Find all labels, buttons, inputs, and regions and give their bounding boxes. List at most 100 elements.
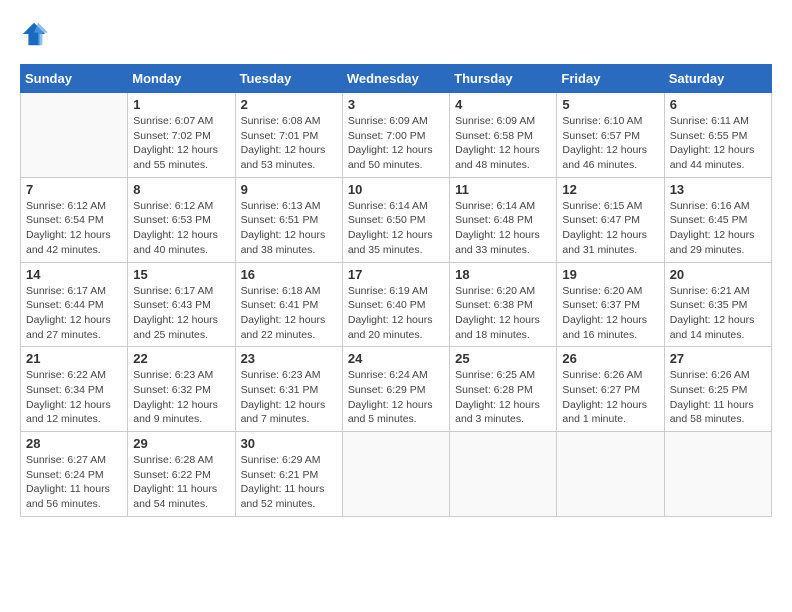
calendar-cell: 24 Sunrise: 6:24 AMSunset: 6:29 PMDayligh… (342, 347, 449, 432)
calendar-week-row: 14 Sunrise: 6:17 AMSunset: 6:44 PMDayligh… (21, 262, 772, 347)
day-info: Sunrise: 6:25 AMSunset: 6:28 PMDaylight:… (455, 368, 551, 427)
day-number: 18 (455, 267, 551, 282)
calendar-cell (342, 432, 449, 517)
day-info: Sunrise: 6:20 AMSunset: 6:37 PMDaylight:… (562, 284, 658, 343)
day-info: Sunrise: 6:28 AMSunset: 6:22 PMDaylight:… (133, 453, 229, 512)
calendar-day-header: Sunday (21, 65, 128, 93)
day-info: Sunrise: 6:20 AMSunset: 6:38 PMDaylight:… (455, 284, 551, 343)
calendar-cell (21, 93, 128, 178)
calendar-cell: 5Sunrise: 6:10 AMSunset: 6:57 PMDaylight… (557, 93, 664, 178)
day-number: 8 (133, 182, 229, 197)
day-info: Sunrise: 6:26 AMSunset: 6:27 PMDaylight:… (562, 368, 658, 427)
calendar-cell: 16 Sunrise: 6:18 AMSunset: 6:41 PMDayligh… (235, 262, 342, 347)
calendar-cell: 18 Sunrise: 6:20 AMSunset: 6:38 PMDayligh… (450, 262, 557, 347)
day-number: 29 (133, 436, 229, 451)
page-header (20, 20, 772, 48)
day-number: 14 (26, 267, 122, 282)
calendar-week-row: 28 Sunrise: 6:27 AMSunset: 6:24 PMDayligh… (21, 432, 772, 517)
day-info: Sunrise: 6:27 AMSunset: 6:24 PMDaylight:… (26, 453, 122, 512)
day-info: Sunrise: 6:18 AMSunset: 6:41 PMDaylight:… (241, 284, 337, 343)
day-number: 21 (26, 351, 122, 366)
day-info: Sunrise: 6:07 AMSunset: 7:02 PMDaylight:… (133, 114, 229, 173)
calendar-cell: 8 Sunrise: 6:12 AMSunset: 6:53 PMDaylight… (128, 177, 235, 262)
calendar-week-row: 7Sunrise: 6:12 AMSunset: 6:54 PMDaylight… (21, 177, 772, 262)
day-info: Sunrise: 6:24 AMSunset: 6:29 PMDaylight:… (348, 368, 444, 427)
day-number: 20 (670, 267, 766, 282)
day-number: 28 (26, 436, 122, 451)
day-number: 4 (455, 97, 551, 112)
calendar-cell: 30 Sunrise: 6:29 AMSunset: 6:21 PMDayligh… (235, 432, 342, 517)
day-info: Sunrise: 6:14 AMSunset: 6:50 PMDaylight:… (348, 199, 444, 258)
day-number: 7 (26, 182, 122, 197)
calendar-day-header: Monday (128, 65, 235, 93)
day-number: 19 (562, 267, 658, 282)
day-info: Sunrise: 6:23 AMSunset: 6:32 PMDaylight:… (133, 368, 229, 427)
calendar-cell: 12 Sunrise: 6:15 AMSunset: 6:47 PMDayligh… (557, 177, 664, 262)
day-number: 26 (562, 351, 658, 366)
day-info: Sunrise: 6:19 AMSunset: 6:40 PMDaylight:… (348, 284, 444, 343)
day-number: 12 (562, 182, 658, 197)
day-number: 9 (241, 182, 337, 197)
day-number: 11 (455, 182, 551, 197)
calendar-cell: 22 Sunrise: 6:23 AMSunset: 6:32 PMDayligh… (128, 347, 235, 432)
day-number: 27 (670, 351, 766, 366)
calendar-day-header: Tuesday (235, 65, 342, 93)
logo (20, 20, 52, 48)
day-info: Sunrise: 6:16 AMSunset: 6:45 PMDaylight:… (670, 199, 766, 258)
calendar-cell: 15 Sunrise: 6:17 AMSunset: 6:43 PMDayligh… (128, 262, 235, 347)
day-number: 24 (348, 351, 444, 366)
calendar-cell: 1Sunrise: 6:07 AMSunset: 7:02 PMDaylight… (128, 93, 235, 178)
calendar-cell: 25 Sunrise: 6:25 AMSunset: 6:28 PMDayligh… (450, 347, 557, 432)
day-number: 30 (241, 436, 337, 451)
calendar-cell: 9 Sunrise: 6:13 AMSunset: 6:51 PMDaylight… (235, 177, 342, 262)
day-number: 17 (348, 267, 444, 282)
calendar-cell: 19 Sunrise: 6:20 AMSunset: 6:37 PMDayligh… (557, 262, 664, 347)
day-info: Sunrise: 6:17 AMSunset: 6:44 PMDaylight:… (26, 284, 122, 343)
calendar-cell: 29 Sunrise: 6:28 AMSunset: 6:22 PMDayligh… (128, 432, 235, 517)
day-info: Sunrise: 6:11 AMSunset: 6:55 PMDaylight:… (670, 114, 766, 173)
day-number: 2 (241, 97, 337, 112)
calendar-cell: 13 Sunrise: 6:16 AMSunset: 6:45 PMDayligh… (664, 177, 771, 262)
calendar-day-header: Saturday (664, 65, 771, 93)
day-info: Sunrise: 6:17 AMSunset: 6:43 PMDaylight:… (133, 284, 229, 343)
day-info: Sunrise: 6:29 AMSunset: 6:21 PMDaylight:… (241, 453, 337, 512)
calendar-table: SundayMondayTuesdayWednesdayThursdayFrid… (20, 64, 772, 517)
day-number: 22 (133, 351, 229, 366)
day-info: Sunrise: 6:21 AMSunset: 6:35 PMDaylight:… (670, 284, 766, 343)
logo-icon (20, 20, 48, 48)
calendar-day-header: Friday (557, 65, 664, 93)
calendar-cell: 14 Sunrise: 6:17 AMSunset: 6:44 PMDayligh… (21, 262, 128, 347)
day-number: 16 (241, 267, 337, 282)
calendar-cell: 6 Sunrise: 6:11 AMSunset: 6:55 PMDaylight… (664, 93, 771, 178)
calendar-cell: 10Sunrise: 6:14 AMSunset: 6:50 PMDayligh… (342, 177, 449, 262)
day-number: 15 (133, 267, 229, 282)
calendar-cell: 20 Sunrise: 6:21 AMSunset: 6:35 PMDayligh… (664, 262, 771, 347)
calendar-cell: 3 Sunrise: 6:09 AMSunset: 7:00 PMDaylight… (342, 93, 449, 178)
day-info: Sunrise: 6:13 AMSunset: 6:51 PMDaylight:… (241, 199, 337, 258)
calendar-week-row: 21 Sunrise: 6:22 AMSunset: 6:34 PMDayligh… (21, 347, 772, 432)
calendar-cell (664, 432, 771, 517)
calendar-week-row: 1Sunrise: 6:07 AMSunset: 7:02 PMDaylight… (21, 93, 772, 178)
day-number: 25 (455, 351, 551, 366)
day-info: Sunrise: 6:23 AMSunset: 6:31 PMDaylight:… (241, 368, 337, 427)
calendar-cell: 7Sunrise: 6:12 AMSunset: 6:54 PMDaylight… (21, 177, 128, 262)
day-info: Sunrise: 6:10 AMSunset: 6:57 PMDaylight:… (562, 114, 658, 173)
day-number: 13 (670, 182, 766, 197)
day-info: Sunrise: 6:22 AMSunset: 6:34 PMDaylight:… (26, 368, 122, 427)
day-info: Sunrise: 6:12 AMSunset: 6:53 PMDaylight:… (133, 199, 229, 258)
day-info: Sunrise: 6:26 AMSunset: 6:25 PMDaylight:… (670, 368, 766, 427)
calendar-cell: 26 Sunrise: 6:26 AMSunset: 6:27 PMDayligh… (557, 347, 664, 432)
calendar-cell (557, 432, 664, 517)
calendar-cell: 23Sunrise: 6:23 AMSunset: 6:31 PMDayligh… (235, 347, 342, 432)
day-info: Sunrise: 6:15 AMSunset: 6:47 PMDaylight:… (562, 199, 658, 258)
day-number: 6 (670, 97, 766, 112)
day-info: Sunrise: 6:09 AMSunset: 7:00 PMDaylight:… (348, 114, 444, 173)
calendar-cell: 21 Sunrise: 6:22 AMSunset: 6:34 PMDayligh… (21, 347, 128, 432)
day-info: Sunrise: 6:14 AMSunset: 6:48 PMDaylight:… (455, 199, 551, 258)
calendar-day-header: Wednesday (342, 65, 449, 93)
day-number: 3 (348, 97, 444, 112)
calendar-day-header: Thursday (450, 65, 557, 93)
day-info: Sunrise: 6:09 AMSunset: 6:58 PMDaylight:… (455, 114, 551, 173)
calendar-cell: 28 Sunrise: 6:27 AMSunset: 6:24 PMDayligh… (21, 432, 128, 517)
calendar-cell: 4 Sunrise: 6:09 AMSunset: 6:58 PMDaylight… (450, 93, 557, 178)
